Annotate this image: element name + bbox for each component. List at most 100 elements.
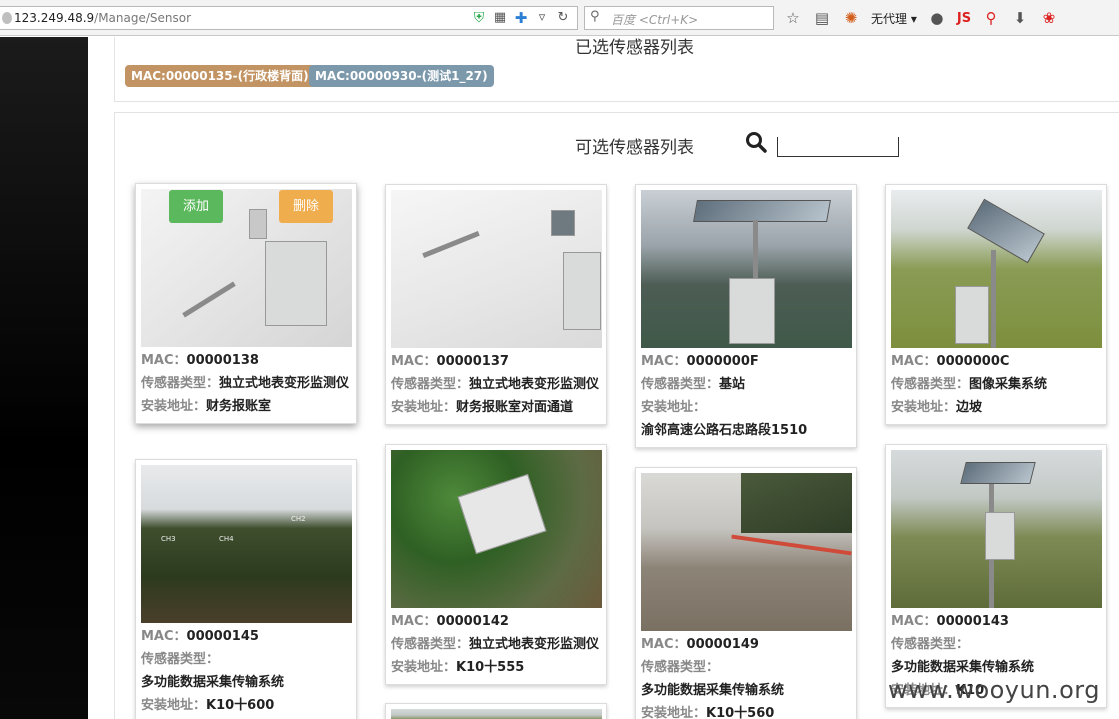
mac-row: MAC：00000145 [141, 625, 351, 648]
selected-title: 已选传感器列表 [575, 38, 694, 58]
type-label: 传感器类型： [891, 377, 970, 392]
type-row: 传感器类型：独立式地表变形监测仪 [391, 373, 601, 396]
zoom-icon[interactable]: ⚲ [982, 8, 1000, 28]
mac-value: 00000143 [936, 614, 1009, 629]
type-label: 传感器类型： [141, 652, 220, 667]
search-icon: ⚲ [590, 9, 600, 24]
type-label: 传感器类型： [641, 377, 720, 392]
mac-row: MAC：00000142 [391, 610, 601, 633]
type-label: 传感器类型： [141, 376, 220, 391]
type-row: 传感器类型：独立式地表变形监测仪 [391, 633, 601, 656]
addr-label: 安装地址： [391, 660, 457, 675]
mac-value: 00000142 [436, 614, 509, 629]
url-text: 123.249.48.9/Manage/Sensor [14, 11, 191, 25]
addr-value: 财务报账室 [206, 399, 272, 414]
mac-row: MAC：00000138 [141, 349, 351, 372]
sensor-card[interactable]: MAC：00000143 传感器类型： 多功能数据采集传输系统 安装地址：K10 [885, 444, 1107, 708]
type-label: 传感器类型： [891, 637, 970, 652]
sensor-photo [641, 190, 852, 348]
addr-value: K10十560 [706, 706, 775, 719]
mac-value: 00000138 [186, 353, 259, 368]
extension-icon[interactable]: ✺ [842, 8, 860, 28]
addr-row: 安装地址：K10十600 [141, 694, 351, 717]
bookmark-star-icon[interactable]: ☆ [784, 8, 802, 28]
dropdown-icon[interactable]: ▿ [534, 9, 550, 27]
type-row: 传感器类型：基站 [641, 373, 851, 396]
sensor-card[interactable]: MAC：00000142 传感器类型：独立式地表变形监测仪 安装地址：K10十5… [385, 444, 607, 685]
sensor-card[interactable]: MAC：0000000F 传感器类型：基站 安装地址： 渝邻高速公路石忠路段15… [635, 184, 857, 448]
sensor-card[interactable]: CH3 CH4 CH2 MAC：00000145 传感器类型： 多功能数据采集传… [135, 459, 357, 719]
sensor-card[interactable]: 添加 删除 MAC：00000138 传感器类型：独立式地表变形监测仪 安装地址… [135, 183, 357, 424]
reading-list-icon[interactable]: ▤ [813, 8, 831, 28]
selected-tag[interactable]: MAC:00000135-(行政楼背面) [125, 65, 315, 87]
add-button[interactable]: 添加 [169, 190, 223, 223]
proxy-label: 无代理 [871, 11, 908, 26]
type-row: 传感器类型：图像采集系统 [891, 373, 1101, 396]
photo-label: CH2 [291, 515, 306, 523]
mac-value: 00000137 [436, 354, 509, 369]
selected-sensor-panel: 已选传感器列表 MAC:00000135-(行政楼背面) MAC:0000093… [114, 37, 1119, 102]
mac-value: 0000000C [936, 354, 1010, 369]
addr-row: 安装地址：财务报账室对面通道 [391, 396, 601, 419]
available-title: 可选传感器列表 [575, 138, 694, 158]
mac-value: 0000000F [686, 354, 759, 369]
address-bar[interactable]: 123.249.48.9/Manage/Sensor ⛨ ▦ ✚ ▿ ↻ [0, 6, 578, 30]
type-value: 独立式地表变形监测仪 [219, 376, 350, 391]
type-value: 多功能数据采集传输系统 [141, 675, 285, 690]
type-value: 多功能数据采集传输系统 [641, 683, 785, 698]
addr-label: 安装地址： [641, 706, 707, 719]
search-icon[interactable] [745, 131, 767, 153]
url-host: 123.249.48.9 [14, 11, 95, 25]
addr-value: K10十555 [456, 660, 525, 675]
proxy-menu[interactable]: 无代理 ▾ [871, 10, 917, 27]
delete-button[interactable]: 删除 [279, 190, 333, 223]
sensor-photo [391, 190, 602, 348]
avatar-icon[interactable]: ● [928, 8, 946, 28]
addr-row: 安装地址：K10十560 [641, 702, 851, 719]
sensor-card[interactable]: MAC：0000000C 传感器类型：图像采集系统 安装地址：边坡 [885, 184, 1107, 425]
addr-value: 边坡 [956, 400, 983, 415]
reload-icon[interactable]: ↻ [555, 9, 571, 27]
type-value: 基站 [719, 377, 746, 392]
mac-label: MAC： [891, 614, 937, 629]
addr-label: 安装地址： [141, 399, 207, 414]
mac-label: MAC： [141, 629, 187, 644]
sensor-card[interactable]: MAC：00000149 传感器类型： 多功能数据采集传输系统 安装地址：K10… [635, 467, 857, 719]
type-row: 传感器类型：独立式地表变形监测仪 [141, 372, 351, 395]
add-icon[interactable]: ✚ [513, 9, 529, 27]
addr-value: 渝邻高速公路石忠路段1510 [641, 423, 808, 438]
watermark: www.wooyun.org [888, 676, 1100, 704]
mac-label: MAC： [641, 637, 687, 652]
sensor-card[interactable] [385, 703, 607, 719]
qr-code-icon[interactable]: ▦ [492, 9, 508, 27]
addon-icon[interactable]: ❀ [1040, 8, 1058, 28]
addr-row: 安装地址：财务报账室 [141, 395, 351, 418]
type-label: 传感器类型： [641, 660, 720, 675]
search-bar[interactable]: ⚲ 百度 <Ctrl+K> [584, 6, 774, 30]
type-row: 传感器类型： [891, 633, 1101, 656]
search-placeholder: 百度 <Ctrl+K> [611, 13, 699, 27]
addr-value: K10十600 [206, 698, 275, 713]
js-toggle[interactable]: JS [957, 11, 971, 26]
sensor-photo [641, 473, 852, 631]
available-sensor-panel: 可选传感器列表 添加 删除 MAC：00000138 传感器类型：独立式地表变形… [114, 112, 1119, 719]
mac-row: MAC：0000000C [891, 350, 1101, 373]
sensor-search-input[interactable] [777, 137, 899, 157]
mac-row: MAC：00000149 [641, 633, 851, 656]
mac-label: MAC： [891, 354, 937, 369]
download-icon[interactable]: ⬇ [1011, 8, 1029, 28]
mac-label: MAC： [391, 354, 437, 369]
sensor-card[interactable]: MAC：00000137 传感器类型：独立式地表变形监测仪 安装地址：财务报账室… [385, 184, 607, 425]
addr-label: 安装地址： [641, 400, 707, 415]
type-label: 传感器类型： [391, 377, 470, 392]
addr-label: 安装地址： [391, 400, 457, 415]
shield-icon[interactable]: ⛨ [471, 9, 487, 27]
type-label: 传感器类型： [391, 637, 470, 652]
mac-label: MAC： [141, 353, 187, 368]
mac-row: MAC：0000000F [641, 350, 851, 373]
mac-label: MAC： [391, 614, 437, 629]
url-path: /Manage/Sensor [94, 11, 192, 25]
selected-tag[interactable]: MAC:00000930-(测试1_27) [309, 65, 494, 87]
mac-value: 00000149 [686, 637, 759, 652]
site-icon [2, 12, 12, 24]
